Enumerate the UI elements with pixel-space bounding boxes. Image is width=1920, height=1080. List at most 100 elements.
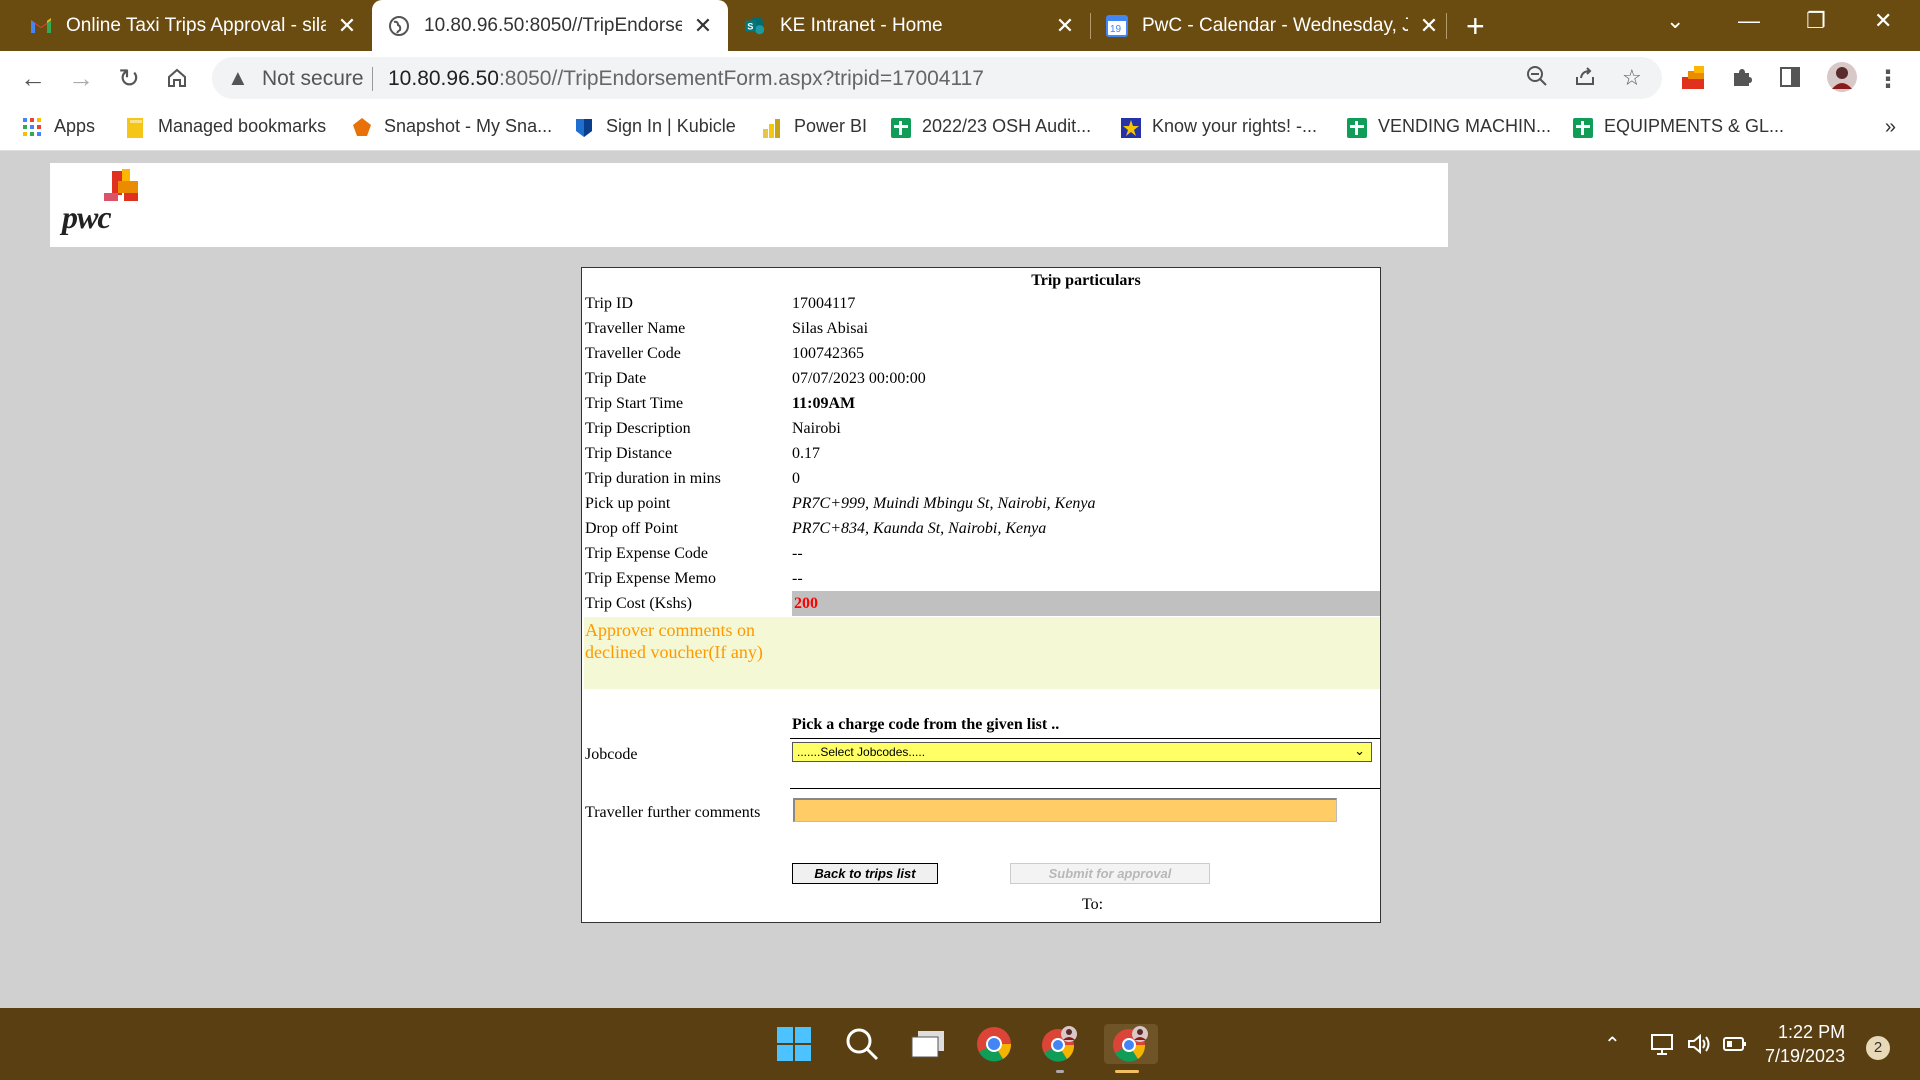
url-path: :8050//TripEndorsementForm.aspx?tripid=1… xyxy=(498,67,984,90)
field-value: 0 xyxy=(792,469,800,487)
folder-icon xyxy=(126,117,146,138)
tab-separator xyxy=(1446,13,1447,39)
field-label: Trip Expense Memo xyxy=(585,569,716,587)
search-icon[interactable] xyxy=(842,1024,882,1064)
close-tab-icon[interactable]: ✕ xyxy=(1054,13,1076,39)
notification-badge[interactable]: 2 xyxy=(1866,1036,1890,1060)
bookmark-label: Power BI xyxy=(794,116,868,136)
chrome-icon[interactable] xyxy=(974,1024,1014,1064)
field-label: Traveller Name xyxy=(585,319,686,337)
windows-start-icon[interactable] xyxy=(774,1024,814,1064)
profile-avatar[interactable] xyxy=(1826,61,1858,93)
side-panel-icon[interactable] xyxy=(1778,65,1804,91)
system-clock[interactable]: 1:22 PM 7/19/2023 xyxy=(1765,1020,1845,1068)
row-traveller-name: Traveller Name Silas Abisai xyxy=(585,316,1380,341)
bookmark-label: Sign In | Kubicle xyxy=(606,116,736,136)
url-text[interactable]: 10.80.96.50:8050//TripEndorsementForm.as… xyxy=(388,67,984,91)
row-trip-id: Trip ID 17004117 xyxy=(585,291,1380,316)
tab-ke-intranet[interactable]: S KE Intranet - Home ✕ xyxy=(744,0,1076,51)
bookmark-know-rights[interactable]: Know your rights! -... xyxy=(1120,116,1317,138)
address-bar[interactable]: ▲ Not secure 10.80.96.50:8050//TripEndor… xyxy=(212,57,1662,99)
svg-text:19: 19 xyxy=(1110,24,1122,35)
tab-trip-endorsement[interactable]: 10.80.96.50:8050//TripEndorsementForm ✕ xyxy=(372,0,728,51)
row-pickup-point: Pick up point PR7C+999, Muindi Mbingu St… xyxy=(585,491,1380,516)
reload-icon[interactable]: ↻ xyxy=(112,61,146,95)
bookmark-apps[interactable]: Apps xyxy=(22,116,95,137)
snapshot-icon xyxy=(352,117,372,137)
windows-taskbar: ⌃ 1:22 PM 7/19/2023 2 xyxy=(0,1008,1920,1080)
jobcode-select[interactable]: .......Select Jobcodes..... ⌄ xyxy=(792,742,1372,762)
security-label[interactable]: Not secure xyxy=(262,67,364,91)
bookmark-powerbi[interactable]: Power BI xyxy=(762,116,868,138)
powerbi-icon xyxy=(762,117,782,138)
task-view-icon[interactable] xyxy=(908,1024,948,1064)
show-hidden-icons-chevron[interactable]: ⌃ xyxy=(1604,1032,1621,1057)
field-label: Trip Description xyxy=(585,419,691,437)
field-label: Trip Date xyxy=(585,369,647,387)
field-value: Silas Abisai xyxy=(792,319,869,337)
kubicle-icon xyxy=(574,117,594,137)
url-host: 10.80.96.50 xyxy=(388,67,499,90)
row-dropoff-point: Drop off Point PR7C+834, Kaunda St, Nair… xyxy=(585,516,1380,541)
row-trip-distance: Trip Distance 0.17 xyxy=(585,441,1380,466)
minimize-button[interactable]: — xyxy=(1738,8,1760,34)
extensions-puzzle-icon[interactable] xyxy=(1730,65,1756,91)
svg-text:S: S xyxy=(747,21,753,31)
close-tab-icon[interactable]: ✕ xyxy=(692,13,714,39)
tab-title: PwC - Calendar - Wednesday, Jul xyxy=(1142,14,1408,36)
submit-for-approval-button[interactable]: Submit for approval xyxy=(1010,863,1210,884)
close-tab-icon[interactable]: ✕ xyxy=(1418,13,1440,39)
to-label: To: xyxy=(1082,896,1104,913)
volume-icon[interactable] xyxy=(1686,1032,1712,1062)
home-icon[interactable] xyxy=(160,61,194,95)
field-label: Trip duration in mins xyxy=(585,469,721,487)
bookmark-osh-audit[interactable]: 2022/23 OSH Audit... xyxy=(890,116,1091,138)
bookmark-label: VENDING MACHIN... xyxy=(1378,116,1552,136)
pick-charge-code-label: Pick a charge code from the given list .… xyxy=(792,716,1060,733)
bookmark-managed[interactable]: Managed bookmarks xyxy=(126,116,326,138)
back-to-trips-button[interactable]: Back to trips list xyxy=(792,863,938,884)
bookmark-kubicle[interactable]: Sign In | Kubicle xyxy=(574,116,736,137)
field-value: 07/07/2023 00:00:00 xyxy=(792,369,926,387)
traveller-comments-input[interactable] xyxy=(793,798,1337,822)
battery-icon[interactable] xyxy=(1722,1032,1748,1062)
new-tab-button[interactable]: + xyxy=(1466,8,1485,45)
tab-search-chevron-icon[interactable]: ⌄ xyxy=(1666,8,1684,34)
row-trip-description: Trip Description Nairobi xyxy=(585,416,1380,441)
sheets-icon xyxy=(1572,117,1593,138)
tab-gmail[interactable]: Online Taxi Trips Approval - silas.a ✕ xyxy=(28,0,358,51)
sharepoint-icon: S xyxy=(744,15,766,37)
jobcode-selected-value: .......Select Jobcodes..... xyxy=(797,745,926,759)
chrome-profile-icon[interactable] xyxy=(1040,1024,1080,1064)
share-icon[interactable] xyxy=(1574,65,1596,93)
forward-arrow-icon[interactable]: → xyxy=(64,61,98,95)
tab-pwc-calendar[interactable]: 19 PwC - Calendar - Wednesday, Jul ✕ xyxy=(1106,0,1440,51)
divider xyxy=(790,738,1380,739)
field-label: Trip Distance xyxy=(585,444,672,462)
bookmark-equipments[interactable]: EQUIPMENTS & GL... xyxy=(1572,116,1784,138)
row-traveller-code: Traveller Code 100742365 xyxy=(585,341,1380,366)
taskbar-active-indicator xyxy=(1115,1070,1139,1073)
restore-button[interactable]: ❐ xyxy=(1806,8,1826,34)
row-trip-duration: Trip duration in mins 0 xyxy=(585,466,1380,491)
pwc-extension-icon[interactable] xyxy=(1680,65,1706,91)
field-label: Drop off Point xyxy=(585,519,679,537)
network-icon[interactable] xyxy=(1650,1032,1676,1062)
zoom-icon[interactable] xyxy=(1526,65,1548,93)
bookmarks-overflow-chevron[interactable]: » xyxy=(1885,116,1896,139)
bookmark-snapshot[interactable]: Snapshot - My Sna... xyxy=(352,116,552,137)
menu-kebab-icon[interactable]: ⋮ xyxy=(1876,65,1902,93)
row-expense-code: Trip Expense Code -- xyxy=(585,541,1380,566)
warning-triangle-icon[interactable]: ▲ xyxy=(227,65,249,91)
browser-title-bar: Online Taxi Trips Approval - silas.a ✕ 1… xyxy=(0,0,1920,51)
close-tab-icon[interactable]: ✕ xyxy=(336,13,358,39)
field-value: 17004117 xyxy=(792,294,856,312)
form-title: Trip particulars xyxy=(1031,272,1141,289)
bookmark-vending[interactable]: VENDING MACHIN... xyxy=(1346,116,1552,138)
bookmark-star-icon[interactable]: ☆ xyxy=(1622,65,1642,91)
close-window-button[interactable]: ✕ xyxy=(1874,8,1892,34)
gmail-icon xyxy=(30,15,52,37)
back-arrow-icon[interactable]: ← xyxy=(16,61,50,95)
chrome-profile-active-icon[interactable] xyxy=(1104,1024,1158,1064)
sheets-icon xyxy=(1346,117,1367,138)
